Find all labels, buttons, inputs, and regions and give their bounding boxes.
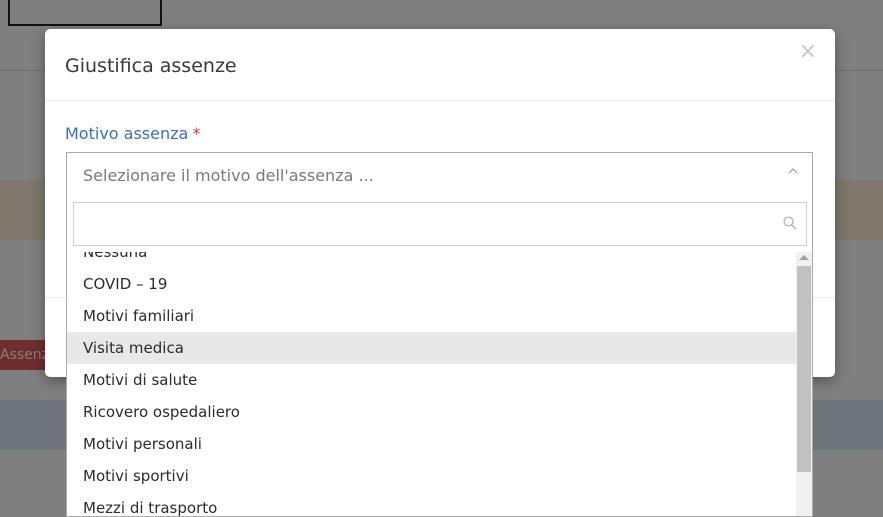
required-asterisk: *: [192, 124, 201, 143]
options-ul: Nessuna COVID – 19 Motivi familiari Visita …: [67, 252, 798, 516]
dropdown-search-input[interactable]: [74, 203, 774, 245]
absence-reason-label-text: Motivo assenza: [65, 124, 189, 143]
select-dropdown: Nessuna COVID – 19 Motivi familiari Visita …: [66, 197, 813, 517]
modal-title: Giustifica assenze: [65, 55, 237, 77]
option-item[interactable]: COVID – 19: [67, 268, 798, 300]
absence-reason-label: Motivo assenza *: [65, 124, 200, 143]
option-item[interactable]: Motivi sportivi: [67, 460, 798, 492]
option-item[interactable]: Mezzi di trasporto: [67, 492, 798, 516]
scrollbar-thumb[interactable]: [797, 266, 811, 472]
dropdown-search: [73, 202, 807, 246]
chevron-up-icon: [788, 168, 798, 174]
option-item[interactable]: Motivi familiari: [67, 300, 798, 332]
close-button[interactable]: ×: [799, 41, 817, 63]
absence-reason-select[interactable]: Selezionare il motivo dell'assenza ...: [66, 152, 813, 197]
option-item[interactable]: Motivi personali: [67, 428, 798, 460]
options-scrollbar[interactable]: [796, 252, 812, 516]
option-item[interactable]: Nessuna: [67, 252, 798, 268]
option-item[interactable]: Motivi di salute: [67, 364, 798, 396]
option-item[interactable]: Visita medica: [67, 332, 798, 364]
modal-header: Giustifica assenze ×: [45, 29, 835, 101]
scroll-up-arrow-icon[interactable]: [799, 255, 809, 260]
search-icon: [783, 216, 797, 230]
options-list: Nessuna COVID – 19 Motivi familiari Visita …: [67, 252, 798, 516]
select-placeholder: Selezionare il motivo dell'assenza ...: [83, 166, 374, 185]
option-item[interactable]: Ricovero ospedaliero: [67, 396, 798, 428]
